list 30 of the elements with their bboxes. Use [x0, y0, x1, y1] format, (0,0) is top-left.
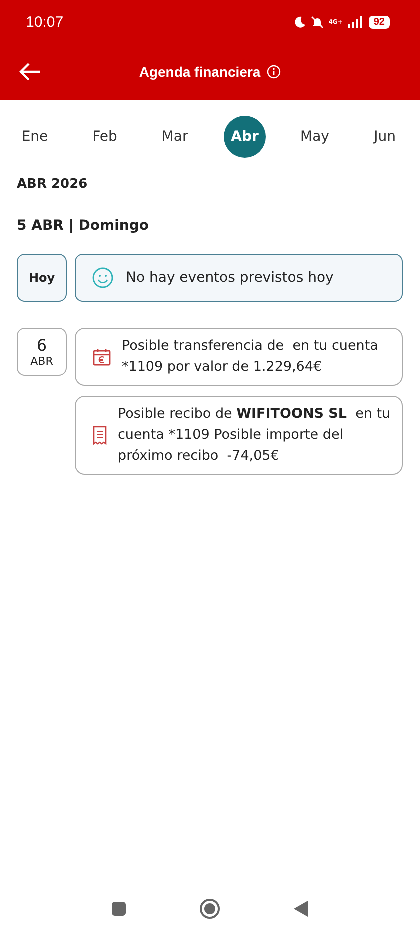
event-card[interactable]: Posible recibo de WIFITOONS SL en tu cuenta *1109 Posible importe del próximo recibo -74,05€ — [75, 396, 403, 475]
day-month: ABR — [30, 355, 54, 368]
day-heading: 5 ABR | Domingo — [16, 217, 150, 234]
back-nav-button[interactable] — [293, 900, 309, 918]
day-number: 6 — [36, 336, 48, 355]
event-text: Posible recibo de WIFITOONS SL en tu cuenta *1109 Posible importe del próximo recibo -74,05€ — [118, 405, 392, 466]
signal-icon — [348, 16, 364, 28]
home-button[interactable] — [199, 898, 221, 920]
period-label: ABR 2026 — [16, 176, 89, 192]
moon-icon — [294, 16, 306, 28]
back-button[interactable] — [18, 62, 42, 82]
bell-off-icon — [310, 16, 324, 28]
month-tab[interactable]: Jun — [364, 116, 406, 158]
month-tab[interactable]: Mar — [154, 116, 196, 158]
no-events-message: No hay eventos previstos hoy — [126, 270, 334, 286]
month-tab[interactable]: May — [294, 116, 336, 158]
battery-level: 92 — [368, 16, 390, 28]
recents-button[interactable] — [111, 901, 127, 917]
page-title: Agenda financiera — [139, 64, 261, 80]
smiley-icon — [92, 267, 114, 289]
calendar-euro-icon — [92, 347, 112, 367]
status-time: 10:07 — [26, 14, 64, 30]
event-card[interactable]: Posible transferencia de en tu cuenta *1109 por valor de 1.229,64€ — [75, 328, 403, 386]
month-tab[interactable]: Feb — [84, 116, 126, 158]
month-tab[interactable]: Abr — [224, 116, 266, 158]
today-tag: Hoy — [17, 254, 67, 302]
receipt-icon — [92, 426, 108, 446]
info-icon[interactable] — [266, 65, 281, 79]
month-tab[interactable]: Ene — [14, 116, 56, 158]
event-text: Posible transferencia de en tu cuenta *1109 por valor de 1.229,64€ — [122, 337, 380, 377]
